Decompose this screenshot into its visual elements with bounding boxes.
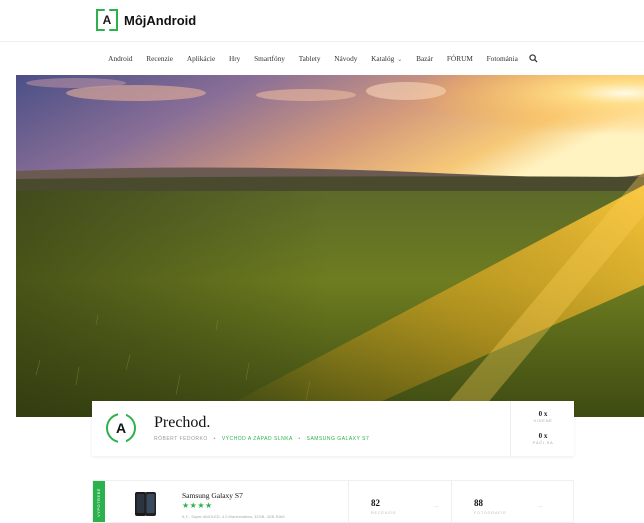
reviews-label: RECENZIE: [371, 511, 397, 515]
nav-item-tablety[interactable]: Tablety: [292, 54, 328, 63]
article-category[interactable]: VÝCHOD A ZÁPAD SLNKA: [222, 436, 293, 442]
views-label: VIDENÉ: [533, 418, 553, 423]
article-author[interactable]: RÓBERT FEDORKO: [154, 436, 208, 442]
product-strip: VYPOTREBÉ Samsung Galaxy S7 ★★★★ 5,1", S…: [92, 480, 574, 523]
product-rating-stars: ★★★★: [182, 501, 213, 510]
views-count: 0 x: [538, 410, 548, 418]
article-stats: 0 x VIDENÉ 0 x PÁČI SA: [510, 401, 574, 456]
nav-item-android[interactable]: Android: [101, 54, 139, 63]
article-card: A Prechod. RÓBERT FEDORKO • VÝCHOD A ZÁP…: [92, 401, 574, 456]
likes-count: 0 x: [538, 432, 548, 440]
reviews-box[interactable]: 82 RECENZIE →: [348, 481, 451, 522]
article-title[interactable]: Prechod.: [154, 414, 210, 432]
author-badge-icon: A: [106, 412, 136, 446]
article-device[interactable]: SAMSUNG GALAXY S7: [307, 436, 370, 442]
reviews-count: 82: [371, 498, 380, 508]
product-name[interactable]: Samsung Galaxy S7: [182, 491, 243, 500]
likes-stat[interactable]: 0 x PÁČI SA: [511, 432, 575, 445]
site-header: A MôjAndroid: [0, 0, 644, 42]
meta-separator: •: [298, 436, 301, 442]
nav-item-bazar[interactable]: Bazár: [409, 54, 440, 63]
arrow-right-icon: →: [432, 501, 440, 510]
meta-separator: •: [213, 436, 216, 442]
nav-item-aplikacie[interactable]: Aplikácie: [180, 54, 222, 63]
phone-image[interactable]: [133, 491, 159, 522]
search-icon[interactable]: [529, 54, 539, 64]
arrow-right-icon: →: [536, 501, 544, 510]
photos-box[interactable]: 88 FOTOGRAFIE →: [451, 481, 573, 522]
chevron-down-icon: ⌄: [397, 57, 403, 63]
nav-item-recenzie[interactable]: Recenzie: [139, 54, 180, 63]
site-logo[interactable]: A MôjAndroid: [98, 11, 197, 29]
photos-count: 88: [474, 498, 483, 508]
nav-item-forum[interactable]: FÓRUM: [440, 54, 480, 63]
site-name: MôjAndroid: [124, 12, 197, 28]
nav-item-smartfony[interactable]: Smartfóny: [247, 54, 292, 63]
nav-item-fotomania[interactable]: Fotománia: [480, 54, 525, 63]
logo-icon: A: [98, 11, 116, 29]
nav-item-navody[interactable]: Návody: [327, 54, 364, 63]
views-stat: 0 x VIDENÉ: [511, 410, 575, 423]
article-meta: RÓBERT FEDORKO • VÝCHOD A ZÁPAD SLNKA • …: [154, 436, 369, 442]
likes-label: PÁČI SA: [532, 440, 554, 445]
product-specs: 5,1", Super AMOLED, 4.0 Marshmallow, 32G…: [182, 514, 285, 519]
nav-item-katalog[interactable]: Katalóg ⌄: [364, 54, 409, 63]
photos-label: FOTOGRAFIE: [474, 511, 507, 515]
nav-item-katalog-label: Katalóg: [371, 54, 395, 63]
hero-image: [16, 75, 644, 417]
nav-item-hry[interactable]: Hry: [222, 54, 247, 63]
main-nav: Android Recenzie Aplikácie Hry Smartfóny…: [0, 42, 644, 75]
product-tag: VYPOTREBÉ: [93, 481, 105, 522]
